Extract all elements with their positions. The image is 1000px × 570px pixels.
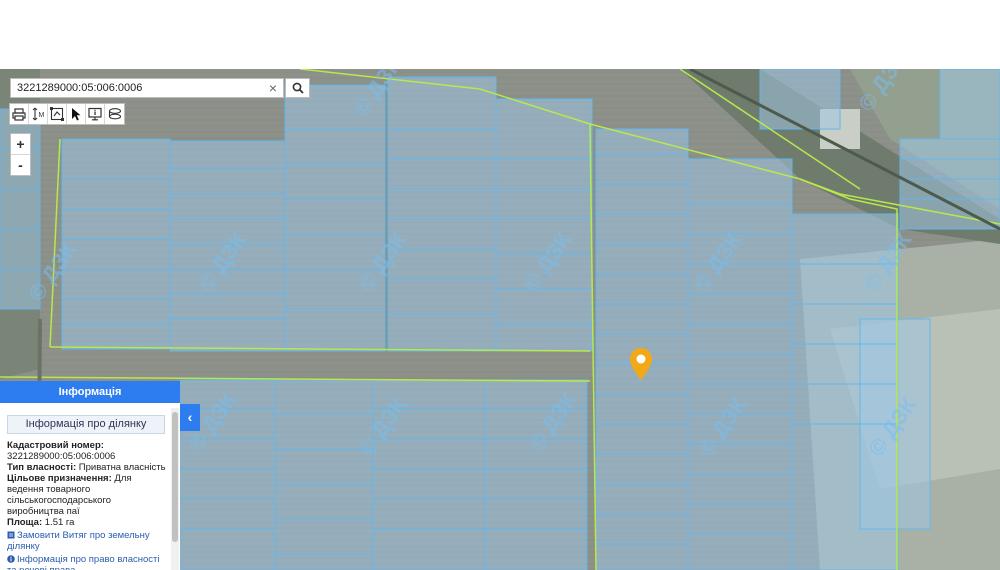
extract-link[interactable]: Замовити Витяг про земельну ділянку: [7, 530, 150, 552]
search-input[interactable]: [11, 79, 267, 97]
location-marker-icon[interactable]: [629, 347, 653, 381]
monitor-info-button[interactable]: [86, 104, 105, 124]
area-value: 1.51 га: [44, 517, 75, 528]
top-blank-area: [0, 0, 1000, 69]
zoom-in-button[interactable]: +: [11, 134, 30, 155]
layers-icon: [108, 108, 121, 120]
cadastral-value: 3221289000:05:006:0006: [7, 451, 116, 462]
extract-link-row[interactable]: Замовити Витяг про земельну ділянку: [7, 530, 170, 552]
search-box: ×: [10, 78, 284, 98]
rights-link-row[interactable]: Інформація про право власності та речові…: [7, 554, 170, 570]
ownership-label: Тип власності:: [7, 462, 77, 473]
pointer-icon: [72, 108, 81, 121]
area-label: Площа:: [7, 517, 43, 528]
document-icon: [7, 531, 15, 539]
area-row: Площа: 1.51 га: [7, 517, 170, 528]
panel-subtitle: Інформація про ділянку: [7, 415, 165, 434]
purpose-label: Цільове призначення:: [7, 473, 112, 484]
monitor-info-icon: [88, 107, 102, 121]
info-panel: Інформація Інформація про ділянку Кадаст…: [0, 381, 180, 570]
search-icon: [292, 82, 304, 94]
print-icon: [12, 107, 26, 121]
cadastral-label-row: Кадастровий номер:: [7, 440, 170, 451]
select-area-icon: [50, 107, 64, 121]
panel-scroll-thumb[interactable]: [172, 412, 178, 542]
panel-scrollbar[interactable]: [171, 408, 179, 570]
measure-button[interactable]: M: [29, 104, 48, 124]
clear-search-icon[interactable]: ×: [269, 80, 277, 96]
measure-icon: M: [32, 107, 45, 121]
zoom-control: + -: [10, 133, 31, 176]
ownership-row: Тип власності: Приватна власність: [7, 462, 170, 473]
ownership-value: Приватна власність: [78, 462, 166, 473]
cadastral-label: Кадастровий номер:: [7, 440, 104, 451]
pointer-button[interactable]: [67, 104, 86, 124]
rights-link[interactable]: Інформація про право власності та речові…: [7, 554, 160, 570]
purpose-row: Цільове призначення: Для ведення товарно…: [7, 473, 170, 517]
panel-header: Інформація: [0, 381, 180, 403]
layers-button[interactable]: [105, 104, 124, 124]
map-toolbar: M: [9, 103, 125, 125]
search-button[interactable]: [285, 78, 310, 98]
svg-text:M: M: [39, 112, 45, 119]
select-area-button[interactable]: [48, 104, 67, 124]
info-icon: [7, 555, 15, 563]
collapse-panel-button[interactable]: ‹: [180, 404, 200, 431]
panel-body: Інформація про ділянку Кадастровий номер…: [0, 403, 170, 570]
zoom-out-button[interactable]: -: [11, 155, 30, 175]
print-button[interactable]: [10, 104, 29, 124]
